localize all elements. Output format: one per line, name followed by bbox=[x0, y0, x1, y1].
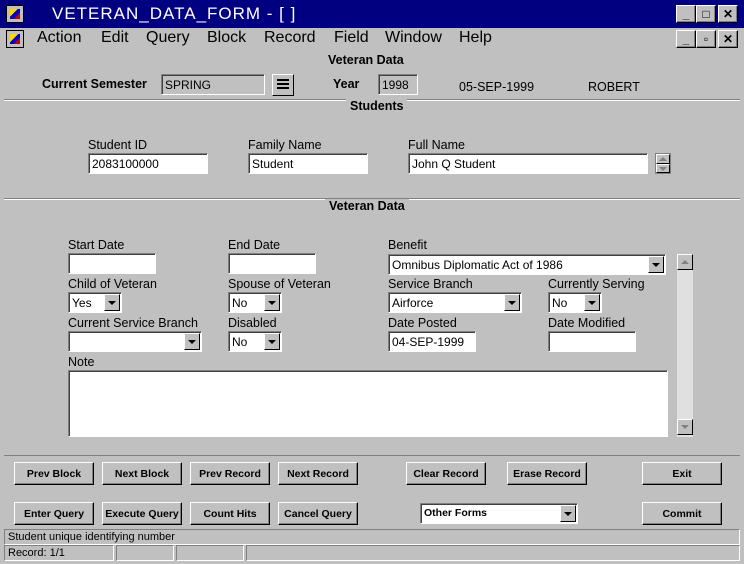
cancel-query-button[interactable]: Cancel Query bbox=[278, 502, 358, 525]
chevron-down-icon[interactable] bbox=[184, 333, 200, 350]
semester-list-button[interactable] bbox=[272, 74, 294, 96]
exit-button[interactable]: Exit bbox=[642, 462, 722, 485]
students-scrollbar[interactable] bbox=[655, 153, 671, 174]
start-date-field[interactable] bbox=[68, 253, 156, 274]
section-title-veteran-header: Veteran Data bbox=[328, 53, 404, 67]
menu-field[interactable]: Field bbox=[334, 29, 369, 47]
doc-restore-button[interactable]: ▫ bbox=[696, 30, 716, 48]
chevron-down-icon[interactable] bbox=[264, 294, 280, 311]
end-date-field[interactable] bbox=[228, 253, 316, 274]
chevron-down-icon[interactable] bbox=[560, 505, 576, 522]
other-forms-value: Other Forms bbox=[424, 507, 488, 519]
execute-query-button[interactable]: Execute Query bbox=[102, 502, 182, 525]
disabled-select[interactable]: No bbox=[228, 331, 282, 352]
menu-bar: Action Edit Query Block Record Field Win… bbox=[0, 28, 744, 50]
spouse-of-veteran-select[interactable]: No bbox=[228, 292, 282, 313]
other-forms-select[interactable]: Other Forms bbox=[420, 503, 578, 524]
status-cell bbox=[246, 545, 740, 561]
chevron-down-icon[interactable] bbox=[264, 333, 280, 350]
menu-action[interactable]: Action bbox=[37, 29, 81, 47]
currently-serving-label: Currently Serving bbox=[548, 277, 645, 291]
status-record: Record: 1/1 bbox=[4, 545, 114, 561]
chevron-down-icon[interactable] bbox=[104, 294, 120, 311]
menu-help[interactable]: Help bbox=[459, 29, 492, 47]
spouse-of-veteran-value: No bbox=[232, 296, 248, 310]
menu-block[interactable]: Block bbox=[207, 29, 246, 47]
chevron-down-icon[interactable] bbox=[584, 294, 600, 311]
veteran-scrollbar[interactable] bbox=[676, 254, 693, 437]
note-field[interactable] bbox=[68, 370, 668, 437]
current-date: 05-SEP-1999 bbox=[459, 80, 535, 94]
window-title: VETERAN_DATA_FORM - [ ] bbox=[52, 4, 297, 23]
child-of-veteran-select[interactable]: Yes bbox=[68, 292, 122, 313]
status-cell bbox=[176, 545, 244, 561]
scroll-up-icon[interactable] bbox=[656, 154, 670, 164]
family-name-label: Family Name bbox=[248, 138, 322, 152]
full-name-field[interactable]: John Q Student bbox=[408, 153, 648, 174]
chevron-down-icon[interactable] bbox=[648, 256, 664, 273]
date-posted-label: Date Posted bbox=[388, 316, 457, 330]
maximize-button[interactable]: □ bbox=[696, 5, 716, 23]
child-of-veteran-label: Child of Veteran bbox=[68, 277, 157, 291]
disabled-label: Disabled bbox=[228, 316, 277, 330]
year-field[interactable]: 1998 bbox=[378, 74, 418, 95]
spouse-of-veteran-label: Spouse of Veteran bbox=[228, 277, 331, 291]
menu-window[interactable]: Window bbox=[385, 29, 442, 47]
clear-record-button[interactable]: Clear Record bbox=[406, 462, 486, 485]
doc-minimize-button[interactable]: _ bbox=[676, 30, 696, 48]
divider bbox=[4, 455, 740, 456]
count-hits-button[interactable]: Count Hits bbox=[190, 502, 270, 525]
current-service-branch-label: Current Service Branch bbox=[68, 316, 198, 330]
menu-record[interactable]: Record bbox=[264, 29, 316, 47]
service-branch-select[interactable]: Airforce bbox=[388, 292, 522, 313]
app-icon[interactable] bbox=[6, 5, 24, 23]
service-branch-label: Service Branch bbox=[388, 277, 473, 291]
doc-icon[interactable] bbox=[6, 30, 24, 48]
current-service-branch-select[interactable] bbox=[68, 331, 202, 352]
benefit-label: Benefit bbox=[388, 238, 427, 252]
semester-label: Current Semester bbox=[42, 77, 147, 91]
disabled-value: No bbox=[232, 335, 248, 349]
note-label: Note bbox=[68, 355, 95, 369]
date-posted-field[interactable]: 04-SEP-1999 bbox=[388, 331, 476, 352]
date-modified-field[interactable] bbox=[548, 331, 636, 352]
next-record-button[interactable]: Next Record bbox=[278, 462, 358, 485]
prev-block-button[interactable]: Prev Block bbox=[14, 462, 94, 485]
status-cell bbox=[116, 545, 174, 561]
doc-close-button[interactable]: ✕ bbox=[718, 30, 738, 48]
current-user: ROBERT bbox=[588, 80, 640, 94]
enter-query-button[interactable]: Enter Query bbox=[14, 502, 94, 525]
family-name-field[interactable]: Student bbox=[248, 153, 368, 174]
start-date-label: Start Date bbox=[68, 238, 125, 252]
scroll-down-icon[interactable] bbox=[656, 164, 670, 173]
status-hint: Student unique identifying number bbox=[4, 529, 740, 545]
scroll-down-icon[interactable] bbox=[677, 419, 693, 435]
menu-edit[interactable]: Edit bbox=[101, 29, 129, 47]
date-modified-label: Date Modified bbox=[548, 316, 626, 330]
next-block-button[interactable]: Next Block bbox=[102, 462, 182, 485]
close-button[interactable]: ✕ bbox=[718, 5, 738, 23]
currently-serving-value: No bbox=[552, 296, 568, 310]
section-title-veteran: Veteran Data bbox=[325, 199, 409, 213]
full-name-label: Full Name bbox=[408, 138, 465, 152]
title-bar: VETERAN_DATA_FORM - [ ] _ □ ✕ bbox=[0, 0, 744, 28]
menu-query[interactable]: Query bbox=[146, 29, 190, 47]
erase-record-button[interactable]: Erase Record bbox=[507, 462, 587, 485]
service-branch-value: Airforce bbox=[392, 296, 434, 310]
year-label: Year bbox=[333, 77, 360, 91]
currently-serving-select[interactable]: No bbox=[548, 292, 602, 313]
student-id-label: Student ID bbox=[88, 138, 148, 152]
child-of-veteran-value: Yes bbox=[72, 296, 92, 310]
benefit-value: Omnibus Diplomatic Act of 1986 bbox=[392, 258, 563, 272]
scroll-up-icon[interactable] bbox=[677, 254, 693, 270]
minimize-button[interactable]: _ bbox=[676, 5, 696, 23]
semester-field[interactable]: SPRING bbox=[161, 74, 265, 95]
end-date-label: End Date bbox=[228, 238, 281, 252]
chevron-down-icon[interactable] bbox=[504, 294, 520, 311]
student-id-field[interactable]: 2083100000 bbox=[88, 153, 208, 174]
benefit-select[interactable]: Omnibus Diplomatic Act of 1986 bbox=[388, 254, 666, 275]
prev-record-button[interactable]: Prev Record bbox=[190, 462, 270, 485]
commit-button[interactable]: Commit bbox=[642, 502, 722, 525]
section-title-students: Students bbox=[346, 99, 408, 113]
